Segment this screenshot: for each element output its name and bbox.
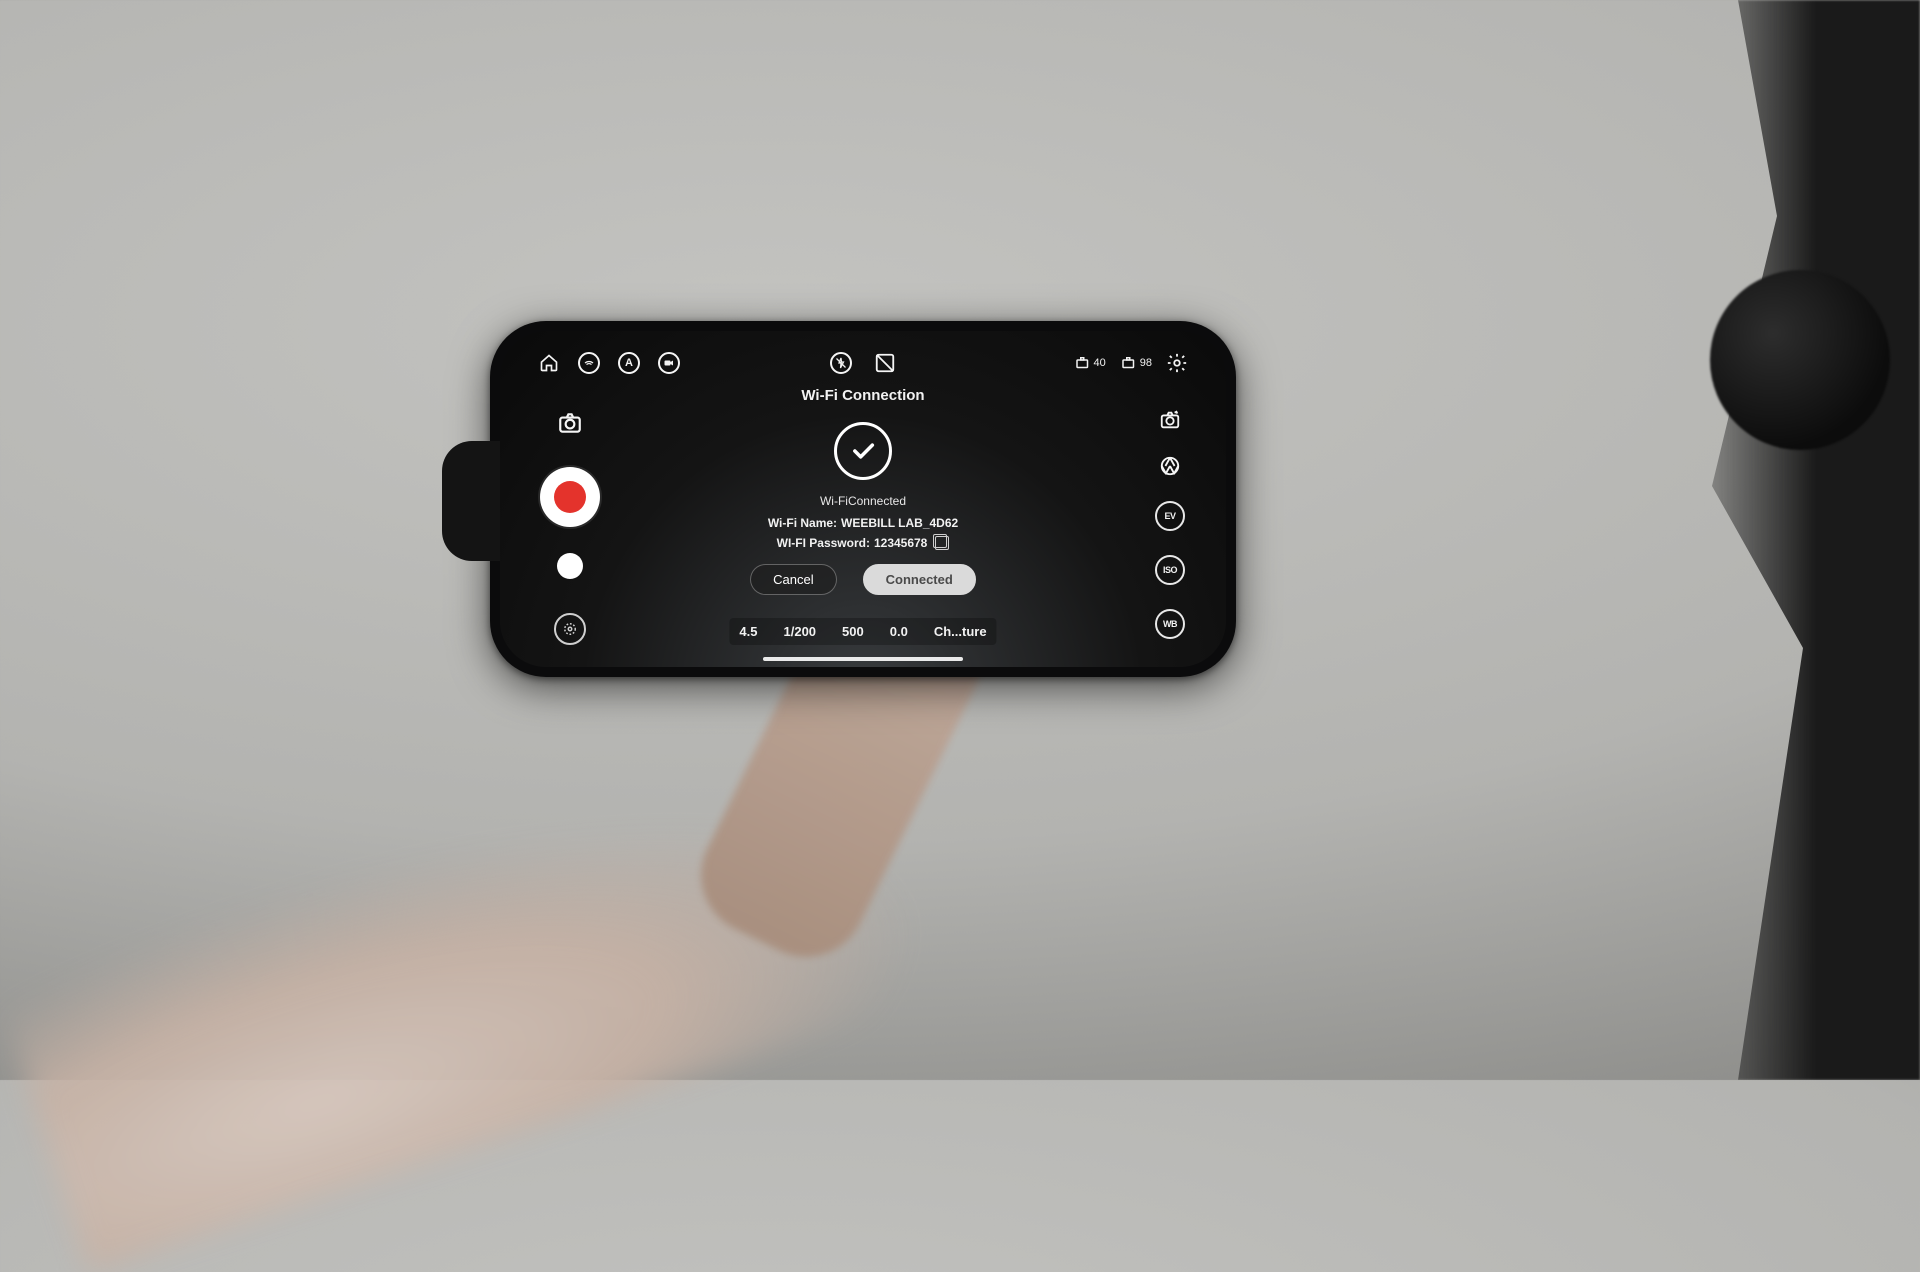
wifi-name-row: Wi-Fi Name: WEEBILL LAB_4D62 [713,516,1013,530]
wb-button[interactable]: WB [1155,609,1185,639]
left-controls [534,409,606,645]
flash-off-icon[interactable] [830,352,852,374]
aperture-value[interactable]: 4.5 [739,624,757,639]
secondary-shutter-button[interactable] [557,553,583,579]
exposure-icon[interactable] [874,352,896,374]
record-indicator-icon [554,481,586,513]
app-screen: A 40 98 [500,331,1226,667]
phone-battery-indicator: 98 [1120,354,1152,372]
camera-battery-indicator: 40 [1074,354,1106,372]
right-controls: EV ISO WB [1150,409,1190,645]
home-icon[interactable] [538,352,560,374]
iso-value[interactable]: 500 [842,624,864,639]
camera-battery-value: 40 [1094,357,1106,369]
iso-button[interactable]: ISO [1155,555,1185,585]
wifi-password-label: WI-FI Password: [777,536,870,550]
connected-button[interactable]: Connected [863,564,976,595]
phone-battery-value: 98 [1140,357,1152,369]
record-button[interactable] [540,467,600,527]
photo-mode-icon[interactable] [556,409,584,437]
camera-switch-icon[interactable] [1159,409,1181,431]
video-mode-icon[interactable] [658,352,680,374]
tripod-silhouette [1660,0,1920,1080]
wifi-status-text: Wi-FiConnected [713,494,1013,508]
focus-settings-button[interactable] [554,613,586,645]
ev-button[interactable]: EV [1155,501,1185,531]
success-check-icon [834,422,892,480]
settings-icon[interactable] [1166,352,1188,374]
tripod-knob [1710,270,1890,450]
camera-parameters-strip[interactable]: 4.5 1/200 500 0.0 Ch...ture [729,618,996,645]
phone-frame: A 40 98 [490,321,1236,677]
wifi-connection-dialog: Wi-Fi Connection Wi-FiConnected Wi-Fi Na… [713,387,1013,595]
ev-value[interactable]: 0.0 [890,624,908,639]
wifi-icon[interactable] [578,352,600,374]
wifi-name-label: Wi-Fi Name: [768,516,837,530]
wifi-password-value: 12345678 [874,536,927,550]
cancel-button[interactable]: Cancel [750,564,836,595]
copy-password-icon[interactable] [935,536,949,550]
home-indicator[interactable] [763,657,963,661]
top-bar: A 40 98 [500,349,1226,377]
shutter-value[interactable]: 1/200 [784,624,817,639]
wifi-password-row: WI-FI Password: 12345678 [713,536,1013,550]
capture-mode-value[interactable]: Ch...ture [934,624,987,639]
aperture-icon[interactable] [1159,455,1181,477]
auto-mode-icon[interactable]: A [618,352,640,374]
dialog-title: Wi-Fi Connection [713,387,1013,404]
wifi-name-value: WEEBILL LAB_4D62 [841,516,958,530]
